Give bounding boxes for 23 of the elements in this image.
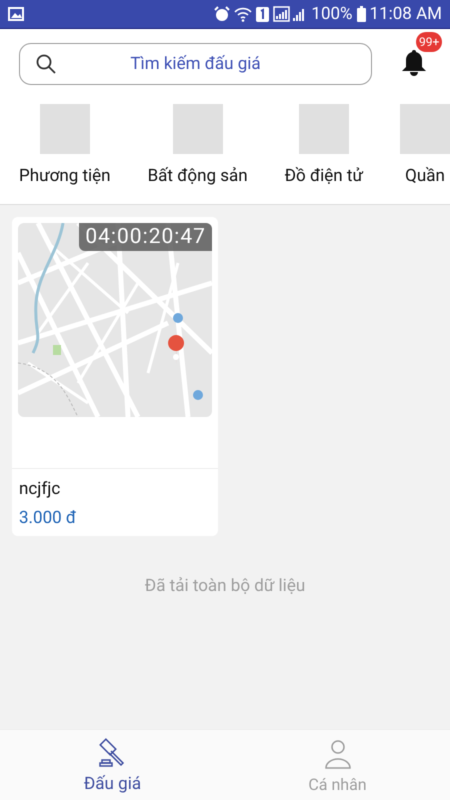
category-image [40,104,90,154]
alarm-icon [214,6,230,22]
search-icon [36,54,56,74]
nav-tab[interactable]: Đấu giá [0,730,225,800]
clock-time: 11:08 AM [370,4,442,24]
item-title: ncjfjc [18,478,62,499]
sim-icon [256,6,270,22]
item-price: 3.000 đ [18,507,78,530]
bell-icon[interactable] [400,48,428,76]
search-field[interactable]: Tìm kiếm đấu giá [19,43,372,85]
notification-badge: 99+ [416,32,442,52]
category-label[interactable]: Quần [405,166,445,186]
loaded-all-message: Đã tải toàn bộ dữ liệu [144,576,306,596]
category-label[interactable]: Phương tiện [19,166,111,186]
countdown-timer: 04:00:20:47 [79,223,212,251]
battery-icon [356,6,366,22]
battery-percent: 100% [311,4,353,24]
category-label[interactable]: Đồ điện tử [284,166,363,186]
category-image [172,104,223,154]
category-label[interactable]: Bất động sản [148,166,248,186]
image-icon [8,7,24,21]
wifi-icon [234,6,252,22]
category-image [298,104,349,154]
